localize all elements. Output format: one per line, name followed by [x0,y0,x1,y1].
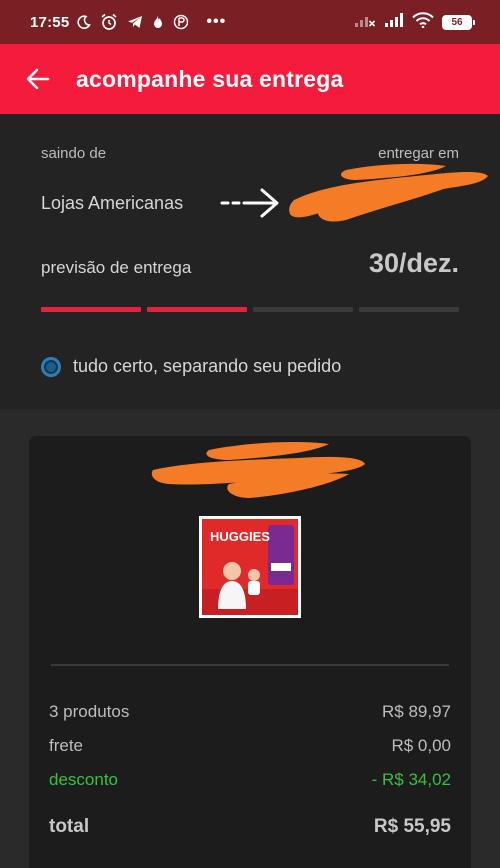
progress-step [147,307,247,312]
summary-row-total: total R$ 55,95 [49,816,451,838]
page-title: acompanhe sua entrega [76,65,344,92]
status-text: tudo certo, separando seu pedido [73,356,342,376]
battery-icon: 56 [442,14,475,30]
summary-value: - R$ 34,02 [371,770,451,789]
status-time: 17:55 [30,13,70,31]
product-image[interactable]: HUGGIES [199,516,301,618]
summary-label: 3 produtos [49,702,130,721]
app-bar: acompanhe sua entrega [0,44,500,114]
store-name-redaction [151,442,365,498]
delivery-progress [41,307,459,312]
summary-value: R$ 55,95 [373,816,451,837]
forecast-label: previsão de entrega [41,258,192,277]
summary-row-products: 3 produtos R$ 89,97 [49,702,451,722]
signal-x-icon [354,12,376,33]
app-icon [173,14,189,30]
summary-value: R$ 0,00 [391,736,451,755]
order-status: tudo certo, separando seu pedido [41,356,341,377]
summary-label: total [49,816,90,837]
wifi-icon [412,11,434,33]
summary-row-discount: desconto - R$ 34,02 [49,770,451,790]
alarm-icon [100,13,118,31]
product-brand: HUGGIES [210,529,270,544]
summary-value: R$ 89,97 [382,702,451,721]
destination-label: entregar em [378,145,459,162]
origin-store: Lojas Americanas [41,193,184,213]
moon-icon [77,15,92,29]
status-bar: 17:55 ••• 56 [0,0,500,44]
forecast-date: 30/dez. [368,248,459,278]
summary-label: frete [49,736,84,755]
signal-icon [384,12,404,33]
progress-step [359,307,459,312]
tinder-icon [152,14,164,30]
progress-step [41,307,141,312]
destination-redaction [289,163,488,222]
back-button[interactable] [24,65,52,93]
summary-label: desconto [49,770,118,789]
order-card: HUGGIES 3 produtos R$ 89,97 frete R$ 0,0… [29,436,471,868]
progress-step [253,307,353,312]
arrow-left-icon [26,68,50,90]
status-indicator-icon [41,356,61,377]
divider [51,664,449,666]
route-arrow-icon [220,188,279,218]
telegram-icon [127,15,143,29]
tracking-panel: saindo de entregar em Lojas Americanas p… [0,114,500,409]
more-notifications: ••• [206,13,227,30]
origin-label: saindo de [41,145,107,162]
summary-row-shipping: frete R$ 0,00 [49,736,451,756]
